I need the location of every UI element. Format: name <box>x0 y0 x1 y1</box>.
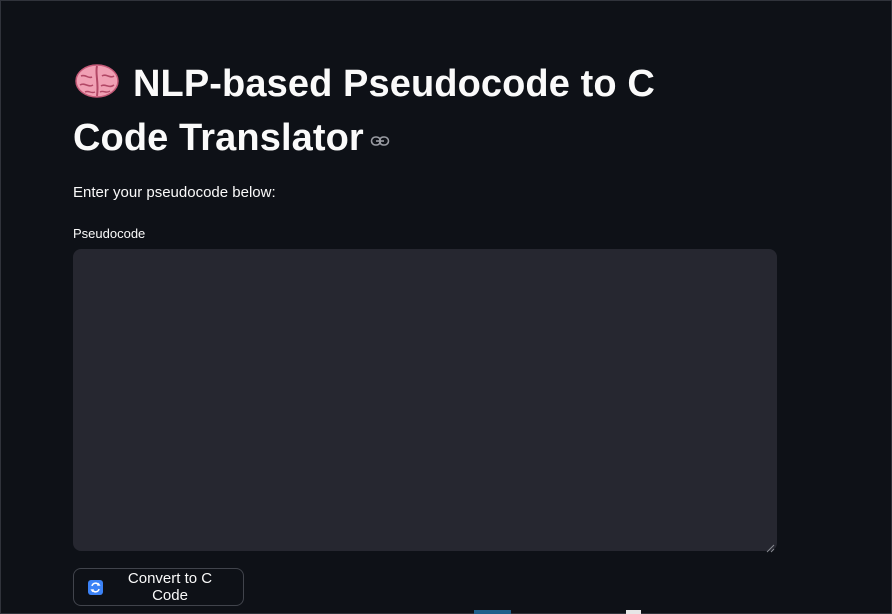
main-content: NLP-based Pseudocode to C Code Translato… <box>73 58 777 606</box>
link-icon[interactable] <box>370 110 390 146</box>
resize-handle-icon[interactable] <box>766 540 775 553</box>
intro-text: Enter your pseudocode below: <box>73 184 276 201</box>
page-title: NLP-based Pseudocode to C Code Translato… <box>73 58 713 164</box>
page-title-text: NLP-based Pseudocode to C Code Translato… <box>73 63 655 159</box>
pseudocode-label: Pseudocode <box>73 226 146 241</box>
brain-emoji-icon <box>73 62 121 100</box>
bottom-edge-fragment <box>474 610 511 614</box>
bottom-edge-fragment <box>626 610 641 614</box>
pseudocode-input[interactable] <box>73 249 777 551</box>
convert-button-label: Convert to C Code <box>127 570 213 604</box>
convert-button[interactable]: Convert to C Code <box>73 568 244 606</box>
repeat-arrows-icon <box>88 579 103 595</box>
